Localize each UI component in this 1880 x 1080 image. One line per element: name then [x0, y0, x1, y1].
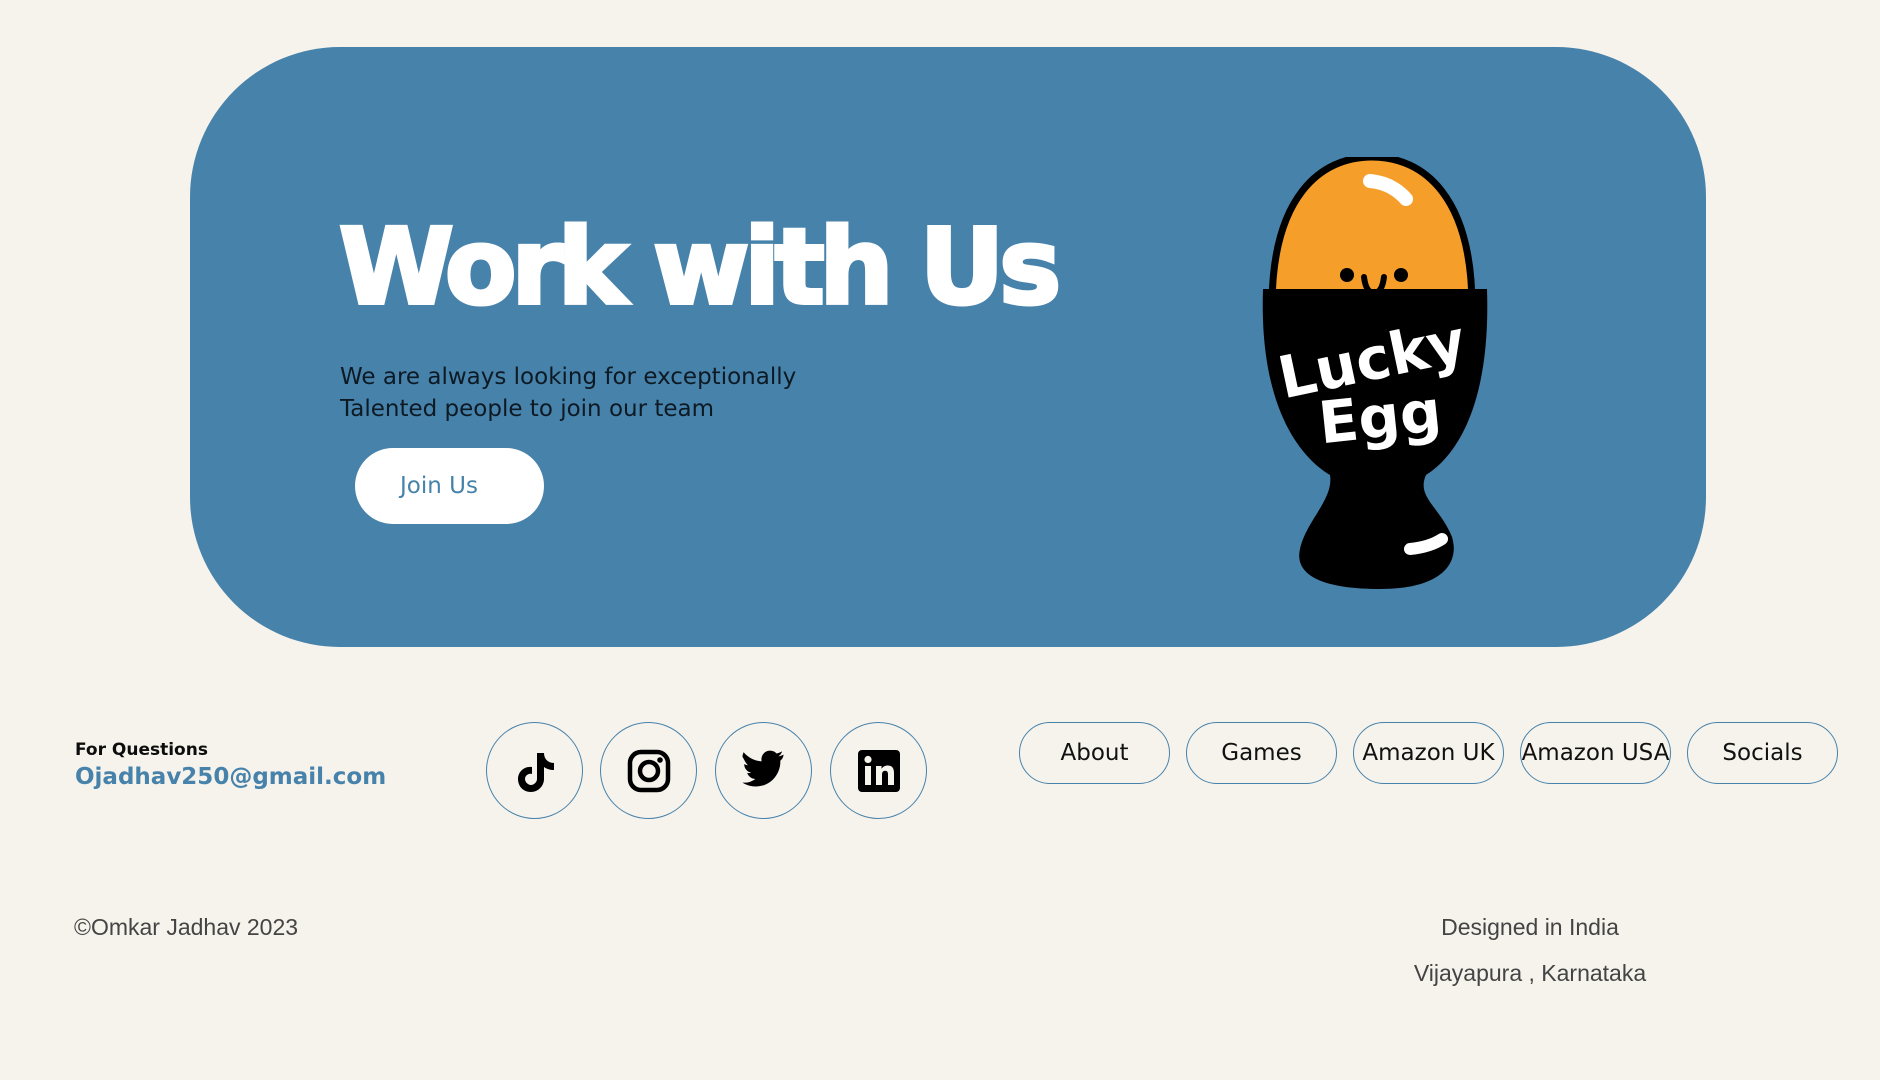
tiktok-icon	[517, 752, 554, 792]
lucky-egg-illustration: Lucky Egg	[1262, 157, 1488, 589]
work-with-us-card: Work with Us We are always looking for e…	[190, 47, 1706, 647]
designed-in-text: Designed in India	[1441, 914, 1619, 940]
tiktok-button[interactable]	[486, 722, 583, 819]
linkedin-icon	[857, 749, 900, 792]
join-us-button[interactable]: Join Us	[355, 448, 544, 524]
hero-description: We are always looking for exceptionally …	[340, 364, 797, 422]
nav-amazon-uk[interactable]: Amazon UK	[1353, 722, 1504, 784]
egg-lettering-egg: Egg	[1315, 377, 1444, 457]
nav-socials[interactable]: Socials	[1687, 722, 1838, 784]
hero-title: Work with Us	[337, 205, 1063, 329]
copyright-text: ©Omkar Jadhav 2023	[74, 914, 299, 940]
nav-amazon-usa[interactable]: Amazon USA	[1520, 722, 1671, 784]
instagram-button[interactable]	[600, 722, 697, 819]
linkedin-button[interactable]	[830, 722, 927, 819]
nav-games[interactable]: Games	[1186, 722, 1337, 784]
contact-label: For Questions	[75, 740, 208, 760]
nav-about[interactable]: About	[1019, 722, 1170, 784]
twitter-button[interactable]	[715, 722, 812, 819]
instagram-icon	[627, 749, 670, 792]
twitter-icon	[741, 750, 784, 786]
location-text: Vijayapura , Karnataka	[1413, 960, 1647, 986]
contact-email-link[interactable]: Ojadhav250@gmail.com	[75, 764, 386, 790]
